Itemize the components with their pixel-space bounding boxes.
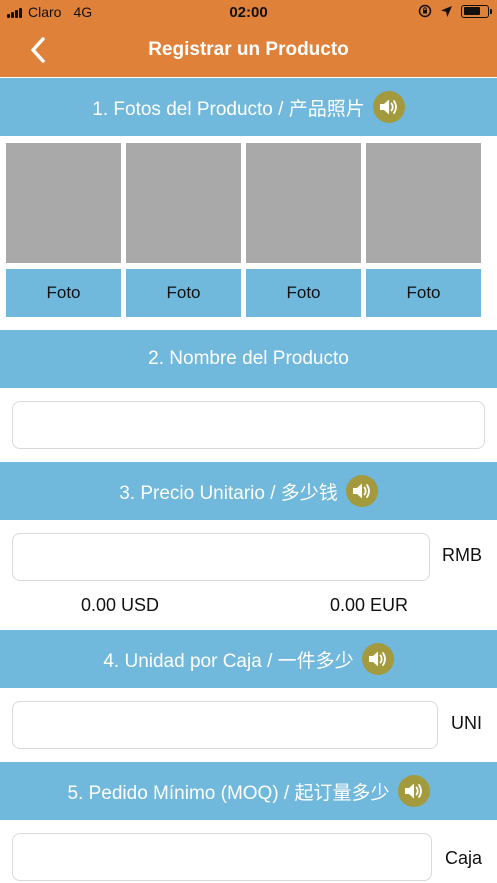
photo-button-2[interactable]: Foto: [126, 269, 241, 317]
speaker-icon: [379, 99, 397, 115]
speaker-button-unit[interactable]: [361, 643, 394, 675]
photo-thumbnail-1[interactable]: [6, 143, 121, 263]
moq-unit-label: Caja: [445, 848, 483, 868]
section-title-unit: 4. Unidad por Caja / 一件多少: [103, 650, 354, 672]
section-title-price: 3. Precio Unitario / 多少钱: [119, 482, 338, 504]
photo-thumbnail-3[interactable]: [246, 143, 361, 263]
price-currency-label: RMB: [442, 545, 482, 565]
section-header-unit: 4. Unidad por Caja / 一件多少: [0, 630, 497, 688]
speaker-icon: [404, 783, 422, 799]
rotation-lock-icon: [418, 4, 432, 18]
battery-icon: [461, 4, 492, 18]
section-title-moq: 5. Pedido Mínimo (MOQ) / 起订量多少: [67, 782, 390, 804]
page-title: Registrar un Producto: [148, 39, 349, 60]
moq-input[interactable]: [12, 833, 432, 881]
photo-button-3[interactable]: Foto: [246, 269, 361, 317]
speaker-icon: [352, 483, 370, 499]
nav-bar: Registrar un Producto: [0, 24, 497, 77]
section-header-moq: 5. Pedido Mínimo (MOQ) / 起订量多少: [0, 762, 497, 820]
units-label: UNI: [451, 713, 482, 733]
eur-conversion: 0.00 EUR: [330, 595, 409, 615]
section-header-photos: 1. Fotos del Producto / 产品照片: [0, 78, 497, 136]
photo-thumbnail-2[interactable]: [126, 143, 241, 263]
speaker-button-moq[interactable]: [397, 775, 430, 807]
product-name-input[interactable]: [12, 401, 485, 449]
speaker-button-price[interactable]: [345, 475, 378, 507]
units-per-box-input[interactable]: [12, 701, 438, 749]
status-right: [418, 4, 492, 18]
speaker-button-photos[interactable]: [372, 91, 405, 123]
section-title-name: 2. Nombre del Producto: [148, 348, 349, 369]
speaker-icon: [368, 651, 386, 667]
status-bar: Claro 4G 02:00: [0, 0, 497, 24]
usd-conversion: 0.00 USD: [81, 595, 160, 615]
section-header-price: 3. Precio Unitario / 多少钱: [0, 462, 497, 520]
section-header-name: 2. Nombre del Producto: [0, 330, 497, 388]
photo-thumbnail-4[interactable]: [366, 143, 481, 263]
location-arrow-icon: [441, 5, 452, 17]
unit-price-input[interactable]: [12, 533, 430, 581]
section-title-photos: 1. Fotos del Producto / 产品照片: [92, 98, 365, 120]
photo-button-4[interactable]: Foto: [366, 269, 481, 317]
photo-button-1[interactable]: Foto: [6, 269, 121, 317]
